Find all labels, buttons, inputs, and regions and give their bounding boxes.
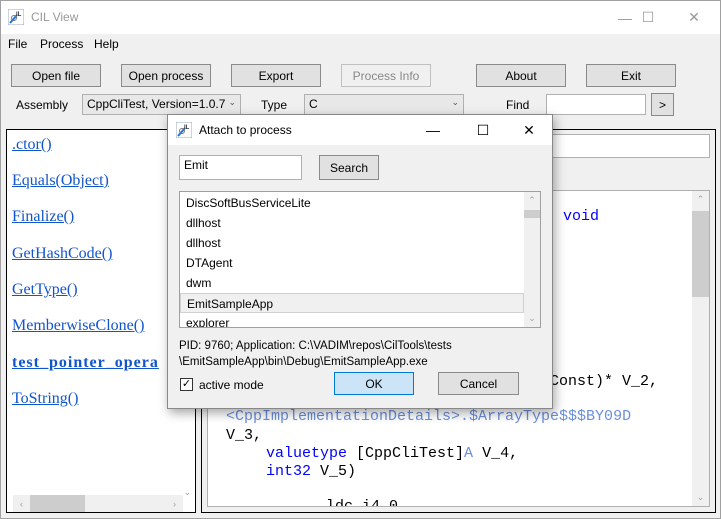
app-icon: IL xyxy=(176,122,192,138)
dialog-minimize-button[interactable]: — xyxy=(410,115,456,145)
find-label: Find xyxy=(506,98,530,112)
horizontal-scrollbar[interactable]: ‹ › xyxy=(13,495,183,512)
assembly-value: CppCliTest, Version=1.0.7 xyxy=(87,97,226,111)
code-token: [CppCliTest] xyxy=(347,445,465,462)
process-list-scroll-thumb[interactable] xyxy=(524,210,540,218)
type-select[interactable]: C ⌄ xyxy=(304,94,464,115)
horizontal-scroll-thumb[interactable] xyxy=(30,495,85,512)
code-line: valuetype [CppCliTest]A V_4, xyxy=(266,445,518,462)
code-token: V_5) xyxy=(311,463,357,480)
process-info-button[interactable]: Process Info xyxy=(341,64,431,87)
menu-bar: File Process Help xyxy=(1,34,720,54)
app-icon: IL xyxy=(8,9,24,25)
attach-to-process-dialog: IL Attach to process — ☐ ✕ Emit Search D… xyxy=(167,114,553,409)
process-item[interactable]: dllhost xyxy=(180,233,524,253)
find-input[interactable] xyxy=(546,94,646,115)
method-link[interactable]: .ctor() xyxy=(12,136,52,154)
process-item[interactable]: DTAgent xyxy=(180,253,524,273)
assembly-label: Assembly xyxy=(16,98,69,112)
search-button[interactable]: Search xyxy=(319,155,379,180)
method-link[interactable]: ToString() xyxy=(12,390,78,408)
cancel-button[interactable]: Cancel xyxy=(438,372,519,395)
method-link[interactable]: Finalize() xyxy=(12,208,74,226)
process-info-text: PID: 9760; Application: C:\VADIM\repos\C… xyxy=(179,338,544,370)
close-button[interactable]: ✕ xyxy=(671,1,717,34)
code-token: void xyxy=(563,208,600,225)
method-link-selected[interactable]: test_pointer_opera xyxy=(12,354,159,372)
process-list-scrollbar[interactable]: ⌃ ⌄ xyxy=(524,192,540,327)
open-process-button[interactable]: Open process xyxy=(121,64,211,87)
scroll-down-icon[interactable]: ⌄ xyxy=(524,310,540,327)
process-search-input[interactable]: Emit xyxy=(179,155,302,180)
method-link[interactable]: Equals(Object) xyxy=(12,172,109,190)
svg-text:IL: IL xyxy=(16,12,22,18)
assembly-select[interactable]: CppCliTest, Version=1.0.7 ⌄ xyxy=(82,94,241,115)
scroll-left-icon[interactable]: ‹ xyxy=(13,495,30,512)
code-token: valuetype xyxy=(266,445,348,462)
close-icon: ✕ xyxy=(523,121,535,138)
type-value: C xyxy=(309,97,318,111)
process-info-line: PID: 9760; Application: C:\VADIM\repos\C… xyxy=(179,340,452,352)
process-item-selected[interactable]: EmitSampleApp xyxy=(180,293,524,313)
process-list[interactable]: DiscSoftBusServiceLite dllhost dllhost D… xyxy=(179,191,541,328)
scroll-down-icon[interactable]: ⌄ xyxy=(692,489,709,506)
open-file-button[interactable]: Open file xyxy=(11,64,101,87)
ok-button[interactable]: OK xyxy=(334,372,414,395)
active-mode-label[interactable]: active mode xyxy=(199,378,264,392)
maximize-icon: ☐ xyxy=(641,9,655,25)
chevron-down-icon: ⌄ xyxy=(228,97,236,107)
svg-text:IL: IL xyxy=(184,125,190,131)
code-token: V_3, xyxy=(226,427,263,444)
process-item[interactable]: explorer xyxy=(180,313,524,327)
process-item[interactable]: dllhost xyxy=(180,213,524,233)
chevron-down-icon: ⌄ xyxy=(451,97,459,107)
method-link[interactable]: GetType() xyxy=(12,281,78,299)
maximize-icon: ☐ xyxy=(476,121,490,138)
code-token: A xyxy=(464,445,474,462)
code-token: <CppImplementationDetails>.$ArrayType$$$… xyxy=(226,408,632,425)
export-button[interactable]: Export xyxy=(231,64,321,87)
minimize-icon: — xyxy=(426,122,440,138)
menu-help[interactable]: Help xyxy=(94,37,119,51)
code-scroll-thumb[interactable] xyxy=(692,211,709,297)
scroll-up-icon[interactable]: ⌃ xyxy=(692,191,709,208)
method-link[interactable]: GetHashCode() xyxy=(12,245,112,263)
dialog-title: Attach to process xyxy=(199,123,292,137)
type-label: Type xyxy=(261,98,288,112)
close-icon: ✕ xyxy=(688,9,700,25)
window-title: CIL View xyxy=(31,10,79,24)
scroll-right-icon[interactable]: › xyxy=(166,495,183,512)
code-vertical-scrollbar[interactable]: ⌃ ⌄ xyxy=(692,191,709,506)
process-item[interactable]: dwm xyxy=(180,273,524,293)
dialog-title-bar: IL Attach to process — ☐ ✕ xyxy=(168,115,552,145)
maximize-button[interactable]: ☐ xyxy=(625,1,671,34)
code-token: int32 xyxy=(266,463,312,480)
find-next-button[interactable]: > xyxy=(651,93,674,116)
process-info-line: \EmitSampleApp\bin\Debug\EmitSampleApp.e… xyxy=(179,356,428,368)
exit-button[interactable]: Exit xyxy=(586,64,676,87)
active-mode-checkbox[interactable]: ✓ xyxy=(180,378,193,391)
code-line: int32 V_5) xyxy=(266,463,356,480)
main-window: IL CIL View — ☐ ✕ File Process Help Open… xyxy=(0,0,721,519)
dialog-maximize-button[interactable]: ☐ xyxy=(460,115,506,145)
dialog-close-button[interactable]: ✕ xyxy=(506,115,552,145)
code-token: ldc.i4.0 xyxy=(326,498,399,507)
process-item[interactable]: DiscSoftBusServiceLite xyxy=(180,193,524,213)
scroll-up-icon[interactable]: ⌃ xyxy=(524,192,540,209)
title-bar: IL CIL View — ☐ ✕ xyxy=(1,1,720,34)
method-link[interactable]: MemberwiseClone() xyxy=(12,317,144,335)
code-token: V_4, xyxy=(473,445,519,462)
menu-file[interactable]: File xyxy=(8,37,27,51)
menu-process[interactable]: Process xyxy=(40,37,83,51)
code-token: Const)* V_2, xyxy=(550,373,659,390)
about-button[interactable]: About xyxy=(476,64,566,87)
checkmark-icon: ✓ xyxy=(181,378,192,390)
